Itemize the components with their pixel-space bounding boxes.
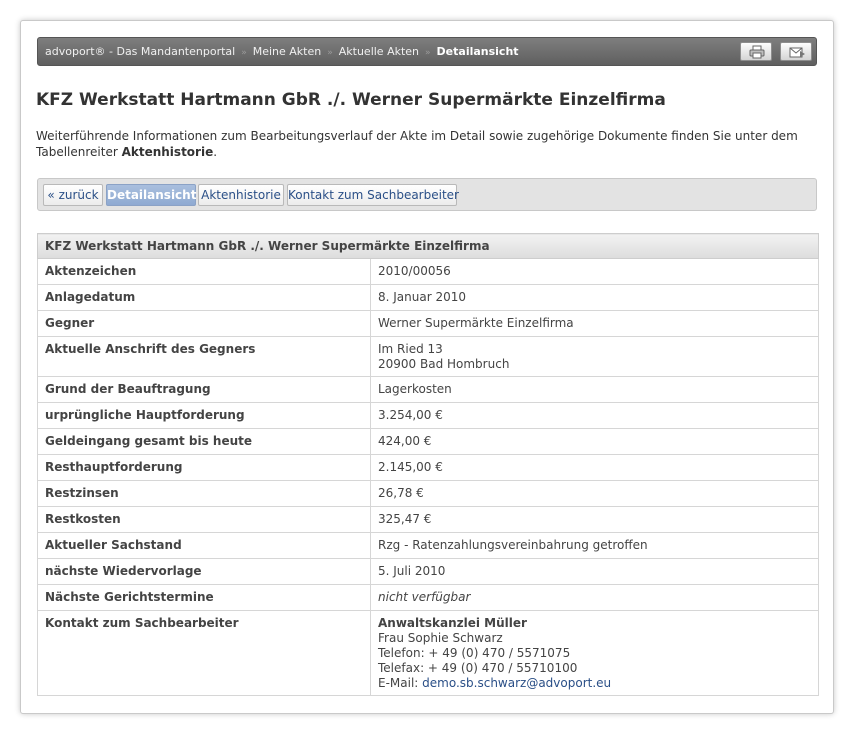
print-button[interactable] [740,42,772,61]
contact-email-link[interactable]: demo.sb.schwarz@advoport.eu [422,676,611,690]
table-row: urprüngliche Hauptforderung 3.254,00 € [37,402,819,429]
table-row: Grund der Beauftragung Lagerkosten [37,376,819,403]
table-row: Aktenzeichen 2010/00056 [37,258,819,285]
page-title: KFZ Werkstatt Hartmann GbR ./. Werner Su… [36,90,666,110]
contact-name: Frau Sophie Schwarz [378,631,503,645]
row-label: Restkosten [37,506,371,533]
contact-fax: Telefax: + 49 (0) 470 / 55710100 [378,661,578,675]
row-label: Grund der Beauftragung [37,376,371,403]
row-label: urprüngliche Hauptforderung [37,402,371,429]
breadcrumb-item-meine-akten[interactable]: Meine Akten [253,38,322,65]
row-label: Aktueller Sachstand [37,532,371,559]
mail-forward-button[interactable] [780,42,812,61]
row-value: Rzg - Ratenzahlungsvereinbahrung getroff… [370,532,819,559]
row-label: Resthauptforderung [37,454,371,481]
tab-kontakt-sachbearbeiter[interactable]: Kontakt zum Sachbearbeiter [287,184,459,206]
contact-firm: Anwaltskanzlei Müller [378,616,527,630]
contact-phone: Telefon: + 49 (0) 470 / 5571075 [378,646,571,660]
breadcrumb-current: Detailansicht [436,45,519,58]
table-row: Restzinsen 26,78 € [37,480,819,507]
contact-email-prefix: E-Mail: [378,676,423,690]
address-street: Im Ried 13 [378,342,443,356]
detail-table: KFZ Werkstatt Hartmann GbR ./. Werner Su… [37,233,819,696]
table-row: Anlagedatum 8. Januar 2010 [37,284,819,311]
row-value: 325,47 € [370,506,819,533]
intro-text: Weiterführende Informationen zum Bearbei… [36,128,816,160]
row-label: Aktenzeichen [37,258,371,285]
main-panel: advoport® - Das Mandantenportal » Meine Ak… [20,20,834,714]
row-label: Anlagedatum [37,284,371,311]
breadcrumb-item-portal[interactable]: advoport® - Das Mandantenportal [45,38,235,65]
row-value: 5. Juli 2010 [370,558,819,585]
row-value: 2.145,00 € [370,454,819,481]
breadcrumb-item-aktuelle-akten[interactable]: Aktuelle Akten [339,38,419,65]
breadcrumb-separator: » [327,48,333,58]
row-label: Kontakt zum Sachbearbeiter [37,610,371,696]
table-row: Restkosten 325,47 € [37,506,819,533]
row-value: 424,00 € [370,428,819,455]
row-value: Werner Supermärkte Einzelfirma [370,310,819,337]
row-label: Nächste Gerichtstermine [37,584,371,611]
row-label: Aktuelle Anschrift des Gegners [37,336,371,377]
intro-text-link-name: Aktenhistorie [121,145,214,159]
address-city: 20900 Bad Hombruch [378,357,510,371]
contact-block: Anwaltskanzlei Müller Frau Sophie Schwar… [370,610,819,696]
tab-aktenhistorie[interactable]: Aktenhistorie [198,184,284,206]
table-row: Kontakt zum Sachbearbeiter Anwaltskanzle… [37,610,819,696]
row-value: 26,78 € [370,480,819,507]
mail-forward-icon [789,47,805,58]
row-value: Lagerkosten [370,376,819,403]
table-row: Aktueller Sachstand Rzg - Ratenzahlungsv… [37,532,819,559]
printer-icon [749,45,765,59]
row-label: Geldeingang gesamt bis heute [37,428,371,455]
row-label: Gegner [37,310,371,337]
back-button[interactable]: « zurück [43,184,103,206]
tab-detailansicht[interactable]: Detailansicht [106,184,196,206]
table-row: Nächste Gerichtstermine nicht verfügbar [37,584,819,611]
breadcrumb: advoport® - Das Mandantenportal » Meine Ak… [45,38,519,65]
breadcrumb-separator: » [425,48,431,58]
table-row: Resthauptforderung 2.145,00 € [37,454,819,481]
breadcrumb-separator: » [241,48,247,58]
table-row: nächste Wiedervorlage 5. Juli 2010 [37,558,819,585]
table-row: Geldeingang gesamt bis heute 424,00 € [37,428,819,455]
breadcrumb-bar: advoport® - Das Mandantenportal » Meine Ak… [37,37,817,66]
row-label: nächste Wiedervorlage [37,558,371,585]
row-value: nicht verfügbar [370,584,819,611]
table-header: KFZ Werkstatt Hartmann GbR ./. Werner Su… [37,233,819,259]
row-value: 2010/00056 [370,258,819,285]
table-row: Aktuelle Anschrift des Gegners Im Ried 1… [37,336,819,377]
tab-bar: « zurück Detailansicht Aktenhistorie Kon… [37,178,817,211]
row-value: 3.254,00 € [370,402,819,429]
intro-text-end: . [213,145,218,159]
row-label: Restzinsen [37,480,371,507]
contact-email-line: E-Mail: demo.sb.schwarz@advoport.eu [378,676,811,691]
row-value: Im Ried 13 20900 Bad Hombruch [370,336,819,377]
table-row: Gegner Werner Supermärkte Einzelfirma [37,310,819,337]
row-value: 8. Januar 2010 [370,284,819,311]
